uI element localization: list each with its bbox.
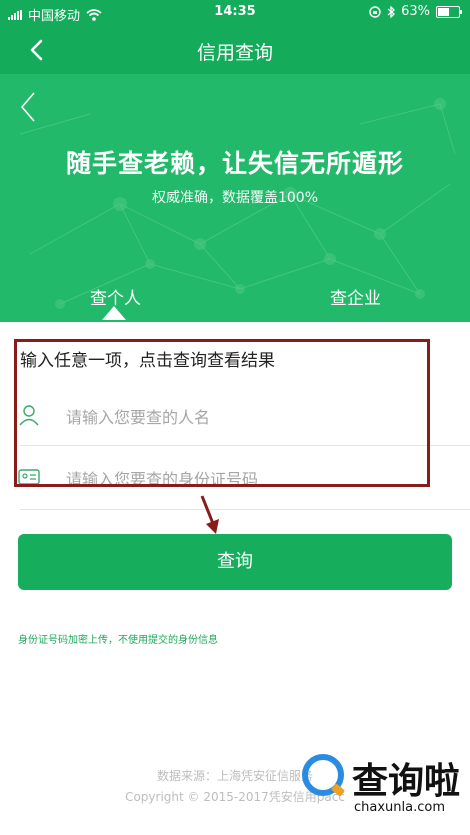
watermark-url: chaxunla.com (354, 800, 445, 815)
privacy-notice: 身份证号码加密上传，不使用提交的身份信息 (18, 635, 218, 646)
battery-fill (438, 7, 449, 16)
highlight-box (14, 339, 430, 487)
watermark-logo: 查询啦 chaxunla.com (298, 752, 466, 820)
active-tab-indicator (102, 306, 126, 320)
battery-icon (436, 5, 462, 18)
divider (20, 509, 470, 510)
watermark-brand: 查询啦 (352, 760, 461, 802)
rotation-lock-icon (369, 5, 381, 18)
status-right: 63% (369, 4, 462, 19)
battery-percent: 63% (401, 4, 430, 19)
pointer-arrow-icon (200, 495, 219, 534)
bluetooth-icon (387, 5, 396, 18)
nav-bar: 信用查询 (0, 26, 470, 74)
hero-headline: 随手查老赖，让失信无所遁形 (65, 149, 404, 178)
status-bar: 中国移动 14:35 63% (0, 0, 470, 26)
field-clip (0, 489, 470, 511)
page-title: 信用查询 (196, 42, 273, 64)
hero-subtitle: 权威准确，数据覆盖100% (151, 190, 319, 206)
query-button[interactable]: 查询 (18, 534, 452, 590)
magnifier-icon (302, 754, 344, 796)
hero-back-arrow-icon[interactable] (14, 90, 44, 124)
tab-search-company[interactable]: 查企业 (330, 284, 381, 309)
hero-banner: 随手查老赖，让失信无所遁形 权威准确，数据覆盖100% 查个人 查企业 (0, 74, 470, 322)
